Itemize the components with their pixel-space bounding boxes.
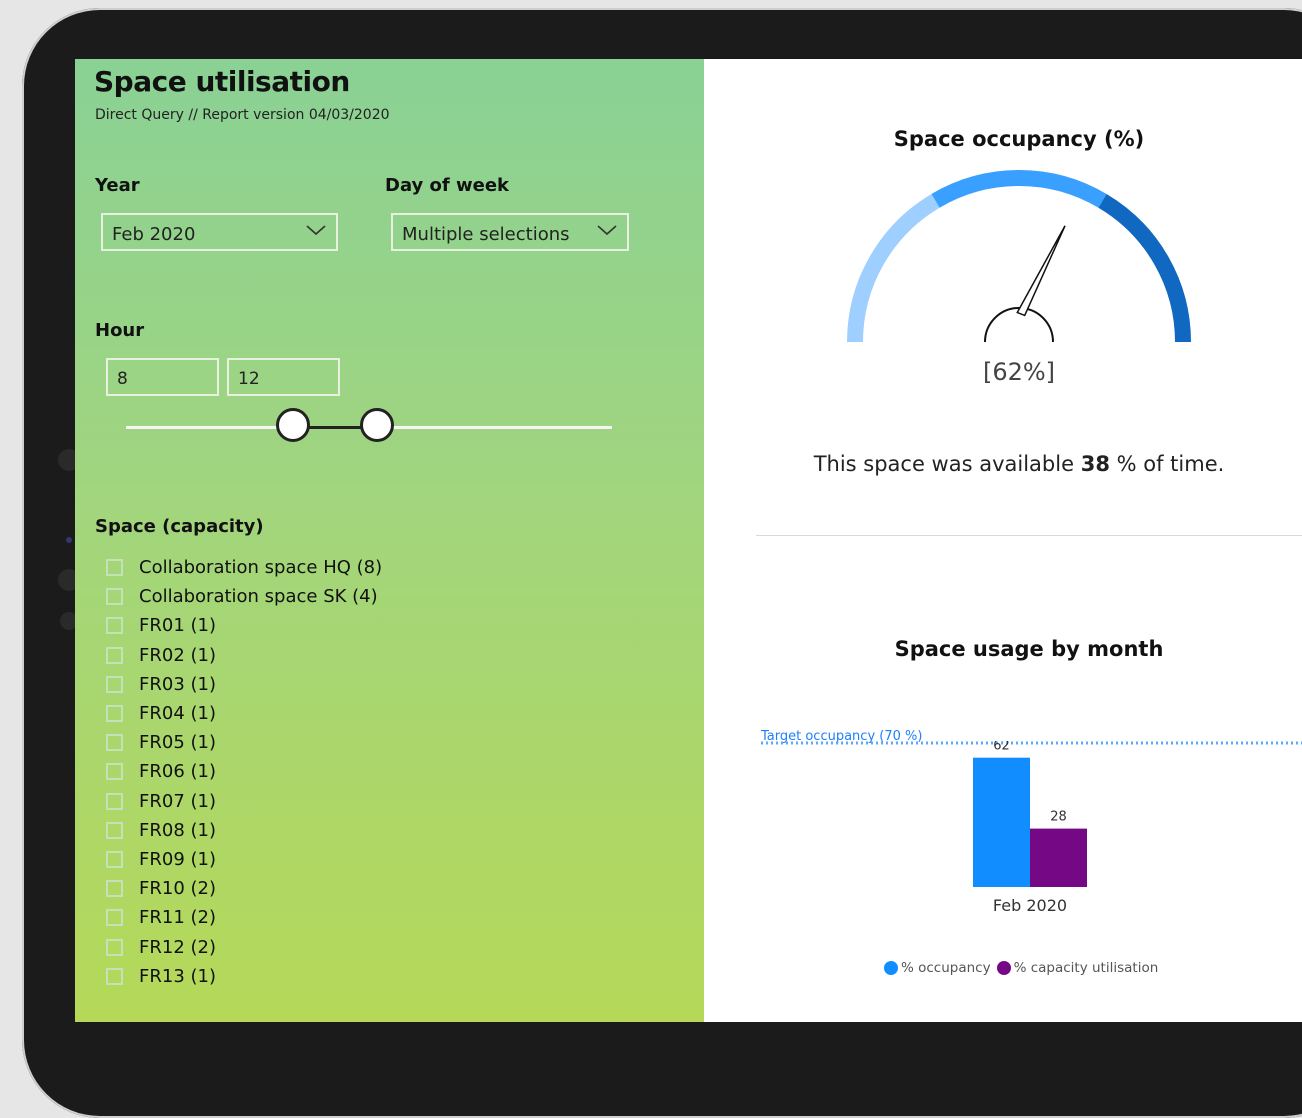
- space-list-item[interactable]: FR10 (2): [106, 874, 666, 903]
- chevron-down-icon: [306, 225, 326, 236]
- page-title: Space utilisation: [94, 65, 350, 98]
- space-list: Collaboration space HQ (8) Collaboration …: [106, 553, 666, 991]
- space-capacity-label: Space (capacity): [95, 516, 264, 537]
- space-list-item[interactable]: FR08 (1): [106, 816, 666, 845]
- availability-value: 38: [1080, 452, 1110, 476]
- legend-item: % capacity utilisation: [996, 960, 1159, 976]
- space-checkbox[interactable]: [106, 967, 123, 985]
- availability-suffix: % of time.: [1116, 452, 1225, 476]
- space-checkbox[interactable]: [106, 880, 123, 898]
- space-item-label: FR04 (1): [139, 703, 216, 725]
- space-list-item[interactable]: FR11 (2): [106, 903, 666, 932]
- camera-sensor: [66, 537, 72, 543]
- space-item-label: FR06 (1): [139, 761, 216, 783]
- legend-label: % capacity utilisation: [1013, 960, 1159, 976]
- space-checkbox[interactable]: [106, 559, 123, 577]
- hour-to-input[interactable]: 12: [227, 358, 340, 396]
- chart-title: Space usage by month: [894, 637, 1164, 661]
- legend-label: % occupancy: [901, 960, 991, 976]
- year-dropdown-value: Feb 2020: [112, 224, 196, 245]
- space-list-item[interactable]: FR09 (1): [106, 845, 666, 874]
- filter-panel: Space utilisation Direct Query // Report…: [75, 59, 704, 1022]
- space-checkbox[interactable]: [106, 909, 123, 927]
- space-list-item[interactable]: FR04 (1): [106, 699, 666, 728]
- availability-prefix: This space was available: [813, 452, 1075, 476]
- space-list-item[interactable]: FR13 (1): [106, 962, 666, 991]
- space-checkbox[interactable]: [106, 675, 123, 693]
- year-label: Year: [95, 175, 140, 196]
- space-item-label: FR01 (1): [139, 615, 216, 637]
- space-item-label: FR02 (1): [139, 644, 216, 666]
- space-item-label: FR13 (1): [139, 965, 216, 987]
- divider: [756, 535, 1302, 536]
- space-checkbox[interactable]: [106, 646, 123, 664]
- space-item-label: FR05 (1): [139, 732, 216, 754]
- space-item-label: FR03 (1): [139, 673, 216, 695]
- bar-data-label: 28: [1050, 810, 1067, 825]
- space-list-item[interactable]: FR07 (1): [106, 787, 666, 816]
- space-list-item[interactable]: FR12 (2): [106, 932, 666, 961]
- space-checkbox[interactable]: [106, 821, 123, 839]
- space-checkbox[interactable]: [106, 792, 123, 810]
- space-checkbox[interactable]: [106, 938, 123, 956]
- bar-data-label: 62: [993, 741, 1010, 754]
- space-checkbox[interactable]: [106, 617, 123, 635]
- gauge-arc-high: [1098, 193, 1191, 343]
- visual-panel: Space occupancy (%) [62%] This space was…: [704, 59, 1302, 1022]
- hour-from-input[interactable]: 8: [106, 358, 219, 396]
- space-item-label: FR08 (1): [139, 819, 216, 841]
- hour-slider-start-handle[interactable]: [276, 408, 310, 442]
- year-dropdown[interactable]: Feb 2020: [101, 213, 338, 251]
- x-tick-label: Feb 2020: [993, 896, 1067, 915]
- space-checkbox[interactable]: [106, 734, 123, 752]
- legend-item: % occupancy: [884, 960, 991, 976]
- hour-label: Hour: [95, 320, 145, 341]
- day-of-week-dropdown-value: Multiple selections: [402, 224, 570, 245]
- space-item-label: Collaboration space SK (4): [139, 586, 378, 608]
- space-list-item[interactable]: FR05 (1): [106, 728, 666, 757]
- space-list-item[interactable]: FR06 (1): [106, 757, 666, 786]
- space-checkbox[interactable]: [106, 588, 123, 606]
- bar-0: [973, 757, 1030, 887]
- day-of-week-dropdown[interactable]: Multiple selections: [391, 213, 629, 251]
- chevron-down-icon: [597, 225, 617, 236]
- bar-1: [1030, 828, 1087, 887]
- usage-bar-chart: 62 28 Feb 2020: [761, 741, 1302, 915]
- occupancy-gauge: [847, 170, 1191, 343]
- legend-dot: [996, 961, 1011, 975]
- space-list-item[interactable]: FR01 (1): [106, 611, 666, 640]
- day-of-week-label: Day of week: [385, 175, 510, 196]
- space-list-item[interactable]: FR03 (1): [106, 670, 666, 699]
- space-list-item[interactable]: Collaboration space SK (4): [106, 582, 666, 611]
- page-subtitle: Direct Query // Report version 04/03/202…: [95, 107, 390, 123]
- space-item-label: FR07 (1): [139, 790, 216, 812]
- space-item-label: FR11 (2): [139, 907, 216, 929]
- gauge-needle: [1016, 225, 1066, 317]
- legend-dot: [884, 961, 898, 975]
- space-item-label: FR10 (2): [139, 878, 216, 900]
- availability-text: This space was available 38 % of time.: [704, 452, 1302, 476]
- space-item-label: FR12 (2): [139, 936, 216, 958]
- gauge-arc-mid: [931, 170, 1107, 208]
- space-list-item[interactable]: Collaboration space HQ (8): [106, 553, 666, 582]
- hour-slider-end-handle[interactable]: [360, 408, 394, 442]
- report-screen: Space utilisation Direct Query // Report…: [75, 59, 1302, 1022]
- gauge-title: Space occupancy (%): [893, 127, 1145, 151]
- space-checkbox[interactable]: [106, 850, 123, 868]
- chart-legend: % occupancy % capacity utilisation: [884, 960, 1164, 976]
- space-checkbox[interactable]: [106, 763, 123, 781]
- space-checkbox[interactable]: [106, 705, 123, 723]
- space-item-label: Collaboration space HQ (8): [139, 557, 383, 579]
- gauge-arc-low: [847, 193, 940, 343]
- space-list-item[interactable]: FR02 (1): [106, 641, 666, 670]
- gauge-value: [62%]: [982, 358, 1056, 386]
- space-item-label: FR09 (1): [139, 848, 216, 870]
